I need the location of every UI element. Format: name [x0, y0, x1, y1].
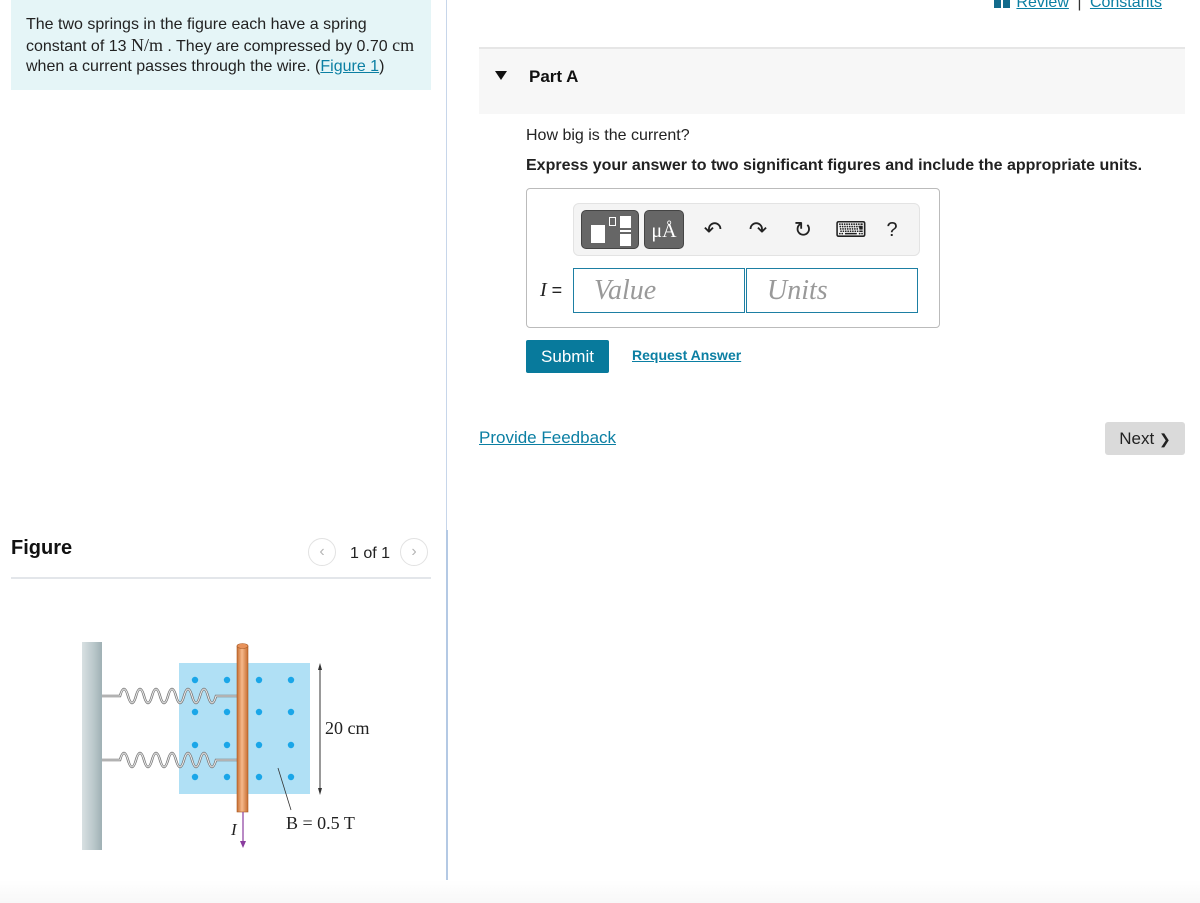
math-toolbar: μÅ ↶ ↷ ↻ ⌨ ? [573, 203, 920, 256]
templates-icon [591, 225, 605, 243]
provide-feedback-link[interactable]: Provide Feedback [479, 428, 616, 448]
undo-icon[interactable]: ↶ [700, 216, 726, 244]
figure-pager-text: 1 of 1 [350, 545, 391, 562]
help-icon[interactable]: ? [879, 216, 905, 244]
field-label: B = 0.5 T [286, 813, 355, 833]
spring-constant-unit: N/m [130, 35, 163, 55]
field-dot [223, 741, 231, 749]
answer-box: μÅ ↶ ↷ ↻ ⌨ ? I = [526, 188, 940, 328]
field-dot [191, 708, 199, 716]
submit-button[interactable]: Submit [526, 340, 609, 373]
field-dot [191, 676, 199, 684]
book-icon [993, 0, 1010, 9]
field-dot [255, 676, 263, 684]
constants-link[interactable]: Constants [1090, 0, 1162, 11]
spring-wire-diagram: I 20 cm B = 0.5 T [82, 642, 370, 850]
figure-header: Figure ‹ 1 of 1 › [11, 535, 431, 579]
chevron-right-icon: ❯ [1158, 431, 1171, 447]
variable-symbol: I [540, 279, 547, 301]
part-a-header[interactable]: Part A [479, 47, 1185, 114]
redo-icon[interactable]: ↷ [745, 216, 771, 244]
figure-link[interactable]: Figure 1 [320, 58, 379, 75]
review-link[interactable]: Review [1016, 0, 1068, 11]
next-button[interactable]: Next ❯ [1105, 422, 1185, 455]
field-dot [223, 676, 231, 684]
wire-top [236, 643, 249, 649]
top-links: Review | Constants [993, 0, 1162, 12]
pane-divider [446, 0, 447, 530]
next-label: Next [1119, 429, 1155, 448]
field-dot [255, 773, 263, 781]
field-dot [223, 773, 231, 781]
left-pane: The two springs in the figure each have … [0, 0, 446, 903]
figure-prev-button[interactable]: ‹ [308, 538, 336, 566]
instruction-text: Express your answer to two significant f… [526, 157, 1143, 174]
value-input[interactable] [573, 268, 745, 313]
figure-next-button[interactable]: › [400, 538, 428, 566]
current-arrowhead [240, 841, 246, 848]
figure-diagram: I 20 cm B = 0.5 T [70, 630, 390, 860]
templates-button[interactable] [581, 210, 639, 249]
problem-text-3: when a current passes through the wire. … [26, 58, 321, 75]
field-dot [255, 708, 263, 716]
figure-title: Figure [11, 537, 73, 559]
dimension-arrow-bottom [318, 788, 322, 795]
part-title: Part A [529, 67, 579, 86]
units-input[interactable] [746, 268, 918, 313]
reset-icon[interactable]: ↻ [790, 216, 816, 244]
caret-down-icon[interactable] [495, 71, 507, 80]
chevron-left-icon: ‹ [319, 543, 325, 560]
dimension-arrow-top [318, 663, 322, 670]
keyboard-icon[interactable]: ⌨ [835, 216, 867, 244]
current-label: I [230, 820, 238, 839]
problem-text-2: . They are compressed by 0.70 [162, 38, 393, 55]
variable-label: I = [540, 279, 562, 302]
templates-icon-numerator [620, 216, 631, 228]
templates-icon-fraction-bar [620, 230, 631, 232]
templates-icon-exponent [609, 217, 616, 226]
field-dot [191, 741, 199, 749]
field-dot [191, 773, 199, 781]
pane-divider-resize-handle[interactable] [446, 530, 448, 903]
field-dot [223, 708, 231, 716]
units-button[interactable]: μÅ [644, 210, 684, 249]
request-answer-link[interactable]: Request Answer [632, 347, 741, 363]
field-dot [287, 708, 295, 716]
compression-unit: cm [392, 35, 415, 55]
length-label: 20 cm [325, 718, 370, 738]
templates-icon-denominator [620, 234, 631, 246]
wall [82, 642, 102, 850]
field-dot [287, 773, 295, 781]
question-text: How big is the current? [526, 127, 690, 144]
wire [236, 645, 249, 813]
field-dot [255, 741, 263, 749]
link-separator: | [1077, 0, 1082, 11]
problem-statement: The two springs in the figure each have … [11, 0, 431, 90]
field-dot [287, 741, 295, 749]
equals-sign: = [546, 280, 563, 300]
bottom-fade [0, 880, 1200, 903]
chevron-right-icon: › [411, 543, 417, 560]
problem-text-4: ) [379, 58, 385, 75]
field-dot [287, 676, 295, 684]
